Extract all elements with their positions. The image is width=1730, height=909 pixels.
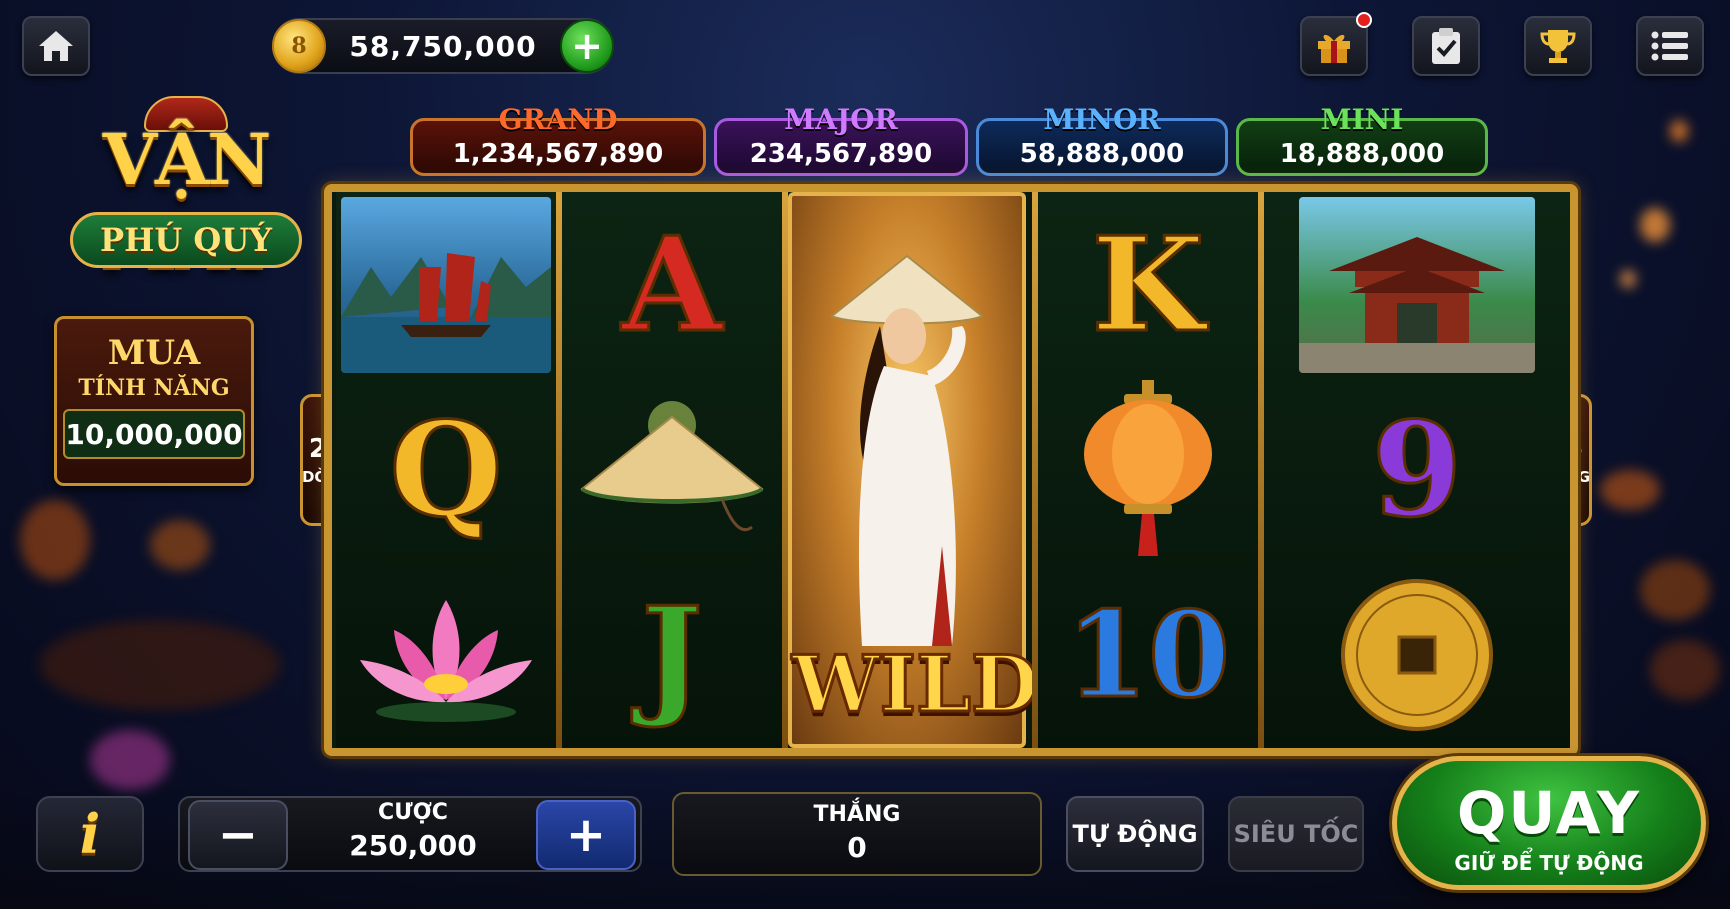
reel-5-symbol-2-text: 9 [1370,392,1463,546]
turbo-label: SIÊU TỐC [1233,820,1359,848]
add-funds-button[interactable]: + [560,19,614,73]
gift-button[interactable] [1300,12,1372,76]
jackpot-grand-value: 1,234,567,890 [452,139,664,169]
jackpot-minor: MINOR 58,888,000 [976,103,1228,176]
reel-1-symbol-2-text: Q [388,392,504,546]
temple-gate-symbol [1299,196,1535,373]
reel-2-symbol-3-text: J [640,577,704,731]
jackpot-minor-name: MINOR [1043,103,1161,136]
reel-5-symbol-1 [1264,192,1570,377]
win-value: 0 [847,831,867,864]
reel-4-symbol-1: K [1038,192,1258,377]
jackpot-mini-name: MINI [1320,103,1404,136]
reel-1-symbol-3 [336,562,556,747]
notification-dot [1356,12,1372,28]
win-panel: THẮNG 0 [672,792,1042,876]
reel-3: WILD [788,192,1041,748]
gift-icon [1318,34,1350,63]
spin-button[interactable]: QUAY GIỮ ĐỂ TỰ ĐỘNG [1392,756,1706,890]
home-button[interactable] [22,16,90,76]
plus-icon: + [565,807,607,863]
auto-spin-button[interactable]: TỰ ĐỘNG [1066,796,1204,872]
game-logo: VẬN MAY PHÚ QUÝ [14,96,358,284]
logo-subtitle-plate: PHÚ QUÝ [70,212,302,268]
reel-4-symbol-3-text: 10 [1064,584,1231,724]
minus-icon: − [217,807,259,863]
info-icon: i [79,802,101,866]
trophy-icon [1540,30,1576,63]
bet-increase-button[interactable]: + [536,800,636,870]
jackpot-major-value: 234,567,890 [749,139,933,169]
spin-hold-hint: GIỮ ĐỂ TỰ ĐỘNG [1454,851,1644,875]
reel-2-symbol-3: J [562,562,782,747]
jackpot-mini-value: 18,888,000 [1279,139,1445,169]
reel-4-symbol-2 [1038,377,1258,562]
win-label: THẮNG [813,802,901,827]
menu-button[interactable] [1636,16,1704,76]
jackpot-major-name: MAJOR [784,103,898,136]
reel-4-symbol-3: 10 [1038,562,1258,747]
buy-feature-price: 10,000,000 [63,409,245,459]
wild-label: WILD [791,638,1041,732]
bet-value: 250,000 [349,829,477,862]
buy-feature-subtitle: TÍNH NĂNG [78,375,230,401]
leaderboard-button[interactable] [1524,16,1592,76]
logo-subtitle: PHÚ QUÝ [100,221,272,259]
reel-frame: Q A J WILD K 10 9 [324,184,1578,756]
buy-feature-title: MUA [107,333,201,373]
reel-5-symbol-2: 9 [1264,377,1570,562]
wild-expanded-symbol: WILD [788,192,1041,748]
bet-label: CƯỢC [378,800,448,825]
reel-1: Q [336,192,556,748]
menu-icon [1651,31,1688,61]
lotus-symbol [360,599,532,722]
lantern-symbol [1084,379,1212,556]
coin-icon: 8 [272,19,326,73]
jackpot-major: MAJOR 234,567,890 [714,103,968,176]
wild-lady-figure [830,254,984,646]
info-button[interactable]: i [36,796,144,872]
lucky-coin-symbol [1341,578,1493,731]
jackpot-grand-name: GRAND [498,103,618,136]
jackpot-mini: MINI 18,888,000 [1236,103,1488,176]
buy-feature-button[interactable]: MUA TÍNH NĂNG 10,000,000 [54,316,254,486]
reel-5-symbol-3 [1264,562,1570,747]
reel-2: A J [562,192,782,748]
reel-2-symbol-1-text: A [620,207,724,361]
reel-5: 9 [1264,192,1570,748]
bet-display: CƯỢC 250,000 [300,800,526,862]
balance-value: 58,750,000 [349,29,537,63]
jackpot-grand: GRAND 1,234,567,890 [410,103,706,176]
balance-display: 8 58,750,000 + [272,18,614,74]
auto-spin-label: TỰ ĐỘNG [1072,820,1198,848]
bet-decrease-button[interactable]: − [188,800,288,870]
turbo-button[interactable]: SIÊU TỐC [1228,796,1364,872]
missions-button[interactable] [1412,16,1480,76]
home-icon [39,31,73,61]
junk-boat-symbol [341,196,551,373]
reel-1-symbol-2: Q [336,377,556,562]
jackpot-minor-value: 58,888,000 [1019,139,1185,169]
clipboard-check-icon [1432,28,1460,64]
reel-4: K 10 [1038,192,1258,748]
reel-1-symbol-1 [336,192,556,377]
reel-4-symbol-1-text: K [1090,207,1206,361]
reel-2-symbol-2 [562,377,782,562]
conical-hat-symbol [580,400,764,531]
spin-label: QUAY [1457,779,1641,847]
reel-2-symbol-1: A [562,192,782,377]
